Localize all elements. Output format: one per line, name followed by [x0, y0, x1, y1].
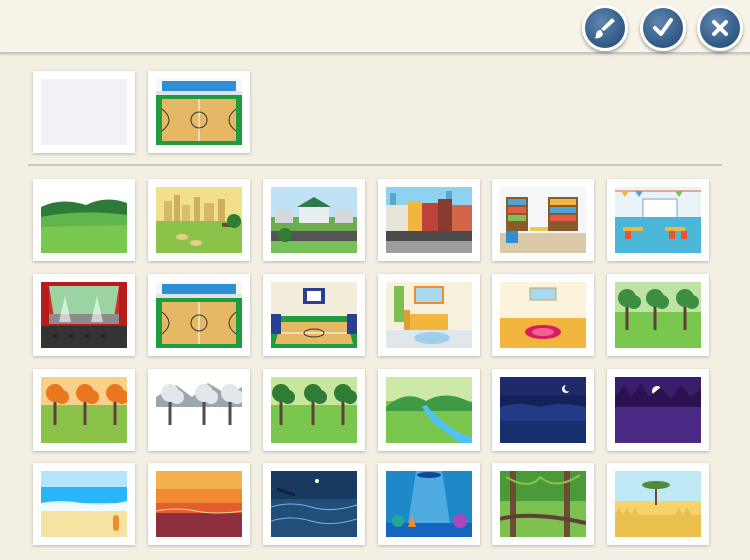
- night-purple-scene-image: [615, 377, 701, 443]
- close-button[interactable]: [697, 5, 743, 51]
- paint-brush-icon: [594, 18, 615, 39]
- background-option-night-ocean[interactable]: [263, 463, 365, 545]
- background-option-underwater[interactable]: [378, 463, 480, 545]
- park-city-skyline-scene-image: [156, 187, 242, 253]
- selected-background-blank[interactable]: [33, 71, 135, 153]
- library-scene-image: [500, 187, 586, 253]
- river-valley-scene-image: [386, 377, 472, 443]
- background-option-basketball-court-top[interactable]: [148, 274, 250, 356]
- bedroom-scene-image: [386, 282, 472, 348]
- background-option-autumn-forest[interactable]: [33, 369, 135, 451]
- underwater-scene-image: [386, 471, 472, 537]
- background-option-green-hills[interactable]: [33, 179, 135, 261]
- background-option-jungle[interactable]: [492, 463, 594, 545]
- background-option-savanna[interactable]: [607, 463, 709, 545]
- section-divider: [28, 164, 722, 166]
- classroom-scene-image: [615, 187, 701, 253]
- close-icon: [712, 20, 728, 36]
- suburban-street-scene-image: [271, 187, 357, 253]
- empty-room-scene-image: [500, 282, 586, 348]
- background-option-empty-room[interactable]: [492, 274, 594, 356]
- background-option-classroom[interactable]: [607, 179, 709, 261]
- selected-background-basketball-court-top[interactable]: [148, 71, 250, 153]
- green-hills-scene-image: [41, 187, 127, 253]
- background-option-beach[interactable]: [33, 463, 135, 545]
- sunset-sea-scene-image: [156, 471, 242, 537]
- confirm-button[interactable]: [640, 5, 686, 51]
- beach-scene-image: [41, 471, 127, 537]
- autumn-forest-scene-image: [41, 377, 127, 443]
- background-option-spring-forest[interactable]: [607, 274, 709, 356]
- night-ocean-scene-image: [271, 471, 357, 537]
- background-option-winter-forest[interactable]: [148, 369, 250, 451]
- background-option-library[interactable]: [492, 179, 594, 261]
- checkmark-icon: [653, 18, 673, 36]
- background-option-bedroom[interactable]: [378, 274, 480, 356]
- jungle-scene-image: [500, 471, 586, 537]
- top-toolbar: [0, 0, 750, 54]
- city-street-scene-image: [386, 187, 472, 253]
- basketball-court-top-scene-image: [156, 282, 242, 348]
- background-option-theater-stage[interactable]: [33, 274, 135, 356]
- basketball-court-top-scene-image: [156, 79, 242, 145]
- blank-scene-image: [41, 79, 127, 145]
- background-option-night-purple[interactable]: [607, 369, 709, 451]
- winter-forest-scene-image: [156, 377, 242, 443]
- summer-forest-scene-image: [271, 377, 357, 443]
- background-option-suburban-street[interactable]: [263, 179, 365, 261]
- background-option-city-street[interactable]: [378, 179, 480, 261]
- spring-forest-scene-image: [615, 282, 701, 348]
- background-option-basketball-court-front[interactable]: [263, 274, 365, 356]
- night-moon-scene-image: [500, 377, 586, 443]
- paint-brush-button[interactable]: [582, 5, 628, 51]
- background-option-summer-forest[interactable]: [263, 369, 365, 451]
- theater-stage-scene-image: [41, 282, 127, 348]
- background-option-park-city-skyline[interactable]: [148, 179, 250, 261]
- savanna-scene-image: [615, 471, 701, 537]
- background-option-night-moon[interactable]: [492, 369, 594, 451]
- basketball-court-front-scene-image: [271, 282, 357, 348]
- background-option-river-valley[interactable]: [378, 369, 480, 451]
- background-option-sunset-sea[interactable]: [148, 463, 250, 545]
